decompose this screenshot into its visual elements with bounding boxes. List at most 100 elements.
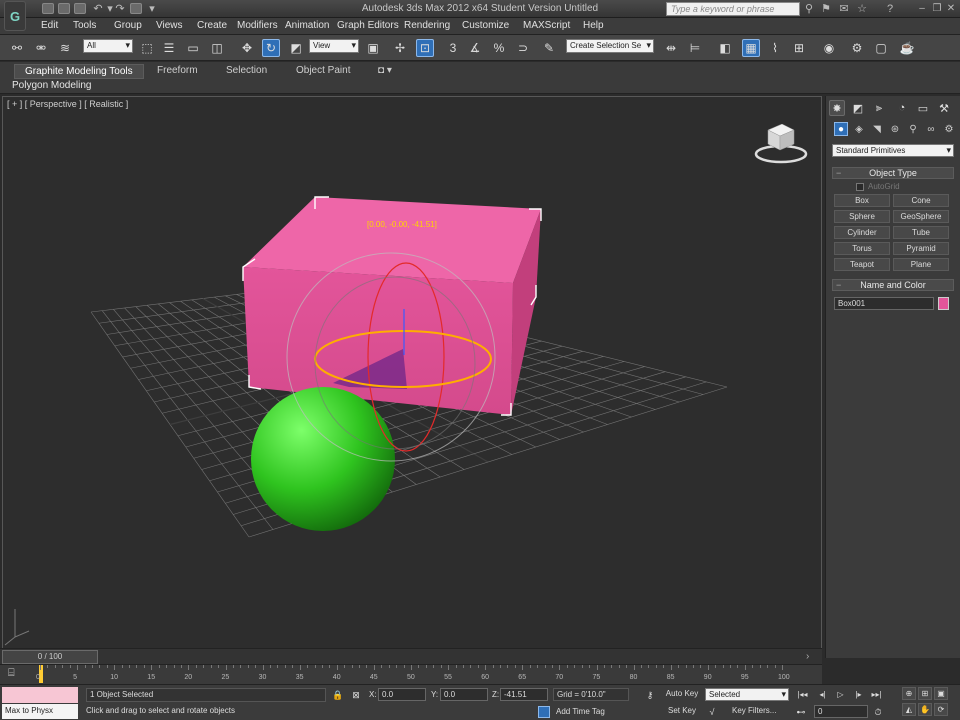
geometry-category-icon[interactable]: ● (834, 122, 848, 136)
absolute-mode-icon[interactable]: ⊠ (350, 689, 362, 701)
select-link-icon[interactable]: ⚯ (8, 39, 26, 57)
rotate-icon[interactable]: ↻ (262, 39, 280, 57)
close-button[interactable]: ✕ (944, 3, 958, 15)
utilities-panel-icon[interactable]: ⚒ (936, 100, 952, 116)
current-frame-input[interactable]: 0 (814, 705, 868, 718)
menu-animation[interactable]: Animation (285, 20, 329, 31)
zoom-extents-icon[interactable]: ▣ (934, 687, 948, 700)
graphite-modeling-tools-icon[interactable]: ▦ (742, 39, 760, 57)
maxscript-listener[interactable]: Max to Physx (2, 687, 78, 719)
shapes-category-icon[interactable]: ◈ (852, 122, 866, 136)
pivot-center-icon[interactable]: ▣ (364, 39, 382, 57)
favorites-icon[interactable]: ☆ (856, 3, 868, 15)
torus-button[interactable]: Torus (834, 242, 890, 255)
space-warps-category-icon[interactable]: ∞ (924, 122, 938, 136)
time-tag-icon[interactable] (538, 706, 550, 718)
reference-coordinate-dropdown[interactable]: View (309, 39, 359, 53)
box-button[interactable]: Box (834, 194, 890, 207)
panel-polygon-modeling[interactable]: Polygon Modeling (12, 80, 92, 91)
viewcube[interactable] (754, 124, 808, 164)
menu-edit[interactable]: Edit (41, 20, 58, 31)
named-selection-sets-dropdown[interactable]: Create Selection Se (566, 39, 654, 53)
tab-selection[interactable]: Selection (226, 65, 267, 76)
menu-maxscript[interactable]: MAXScript (523, 20, 570, 31)
percent-snap-icon[interactable]: % (490, 39, 508, 57)
mirror-icon[interactable]: ⇹ (662, 39, 680, 57)
material-editor-icon[interactable]: ◉ (820, 39, 838, 57)
render-setup-icon[interactable]: ⚙ (848, 39, 866, 57)
auto-key-button[interactable]: Auto Key (662, 688, 702, 702)
render-production-icon[interactable]: ☕ (898, 39, 916, 57)
maxscript-input-field[interactable]: Max to Physx (2, 704, 78, 719)
menu-tools[interactable]: Tools (73, 20, 96, 31)
move-icon[interactable]: ✥ (238, 39, 256, 57)
sphere-button[interactable]: Sphere (834, 210, 890, 223)
minimize-button[interactable]: – (915, 3, 929, 15)
tab-graphite-modeling-tools[interactable]: Graphite Modeling Tools (14, 64, 144, 79)
zoom-icon[interactable]: ⊕ (902, 687, 916, 700)
angle-snap-icon[interactable]: ∡ (466, 39, 484, 57)
select-object-icon[interactable]: ⬚ (138, 39, 156, 57)
time-slider-next-icon[interactable]: › (806, 651, 809, 662)
manipulate-icon[interactable]: ✢ (391, 39, 409, 57)
align-icon[interactable]: ⊨ (686, 39, 704, 57)
subscription-icon[interactable]: ⚑ (820, 3, 832, 15)
menu-graph-editors[interactable]: Graph Editors (337, 20, 399, 31)
primitive-category-dropdown[interactable]: Standard Primitives (832, 144, 954, 157)
viewport-scene[interactable] (3, 97, 822, 656)
play-icon[interactable]: ▷ (834, 689, 847, 701)
hierarchy-panel-icon[interactable]: ⫸ (871, 100, 887, 116)
binoculars-icon[interactable]: ⚲ (803, 3, 815, 15)
menu-customize[interactable]: Customize (462, 20, 509, 31)
display-panel-icon[interactable]: ▭ (915, 100, 931, 116)
time-configuration-icon[interactable]: ⏱ (872, 706, 884, 718)
menu-rendering[interactable]: Rendering (404, 20, 450, 31)
spinner-snap-icon[interactable]: ⊃ (514, 39, 532, 57)
set-key-mode-icon[interactable]: ⚷ (640, 689, 660, 701)
window-crossing-icon[interactable]: ◫ (208, 39, 226, 57)
tab-freeform[interactable]: Freeform (157, 65, 198, 76)
cameras-category-icon[interactable]: ⊛ (888, 122, 902, 136)
x-coordinate-input[interactable]: 0.0 (378, 688, 426, 701)
orbit-icon[interactable]: ⟳ (934, 703, 948, 716)
menu-modifiers[interactable]: Modifiers (237, 20, 278, 31)
rectangular-selection-icon[interactable]: ▭ (184, 39, 202, 57)
key-mode-dropdown[interactable]: Selected (705, 688, 789, 701)
perspective-viewport[interactable]: [ + ] [ Perspective ] [ Realistic ] [0.0… (2, 96, 822, 656)
pyramid-button[interactable]: Pyramid (893, 242, 949, 255)
tab-object-paint[interactable]: Object Paint (296, 65, 350, 76)
schematic-view-icon[interactable]: ⊞ (790, 39, 808, 57)
curve-editor-icon[interactable]: ⌇ (766, 39, 784, 57)
mini-curve-editor-icon[interactable]: ⌸ (8, 667, 15, 680)
object-name-input[interactable]: Box001 (834, 297, 934, 310)
ribbon-options-icon[interactable]: ◘ ▾ (378, 65, 392, 76)
y-coordinate-input[interactable]: 0.0 (440, 688, 488, 701)
selection-filter-dropdown[interactable]: All (83, 39, 133, 53)
plane-button[interactable]: Plane (893, 258, 949, 271)
keyword-search-input[interactable]: Type a keyword or phrase (666, 2, 800, 16)
z-coordinate-input[interactable]: -41.51 (500, 688, 548, 701)
menu-views[interactable]: Views (156, 20, 183, 31)
help-icon[interactable]: ? (884, 3, 896, 15)
name-and-color-rollout-header[interactable]: Name and Color (832, 279, 954, 291)
key-filters-button[interactable]: Key Filters... (732, 706, 776, 715)
unlink-selection-icon[interactable]: ⚮ (32, 39, 50, 57)
rendered-frame-window-icon[interactable]: ▢ (872, 39, 890, 57)
bind-space-warp-icon[interactable]: ≋ (56, 39, 74, 57)
snaps-toggle-icon[interactable]: 3 (444, 39, 462, 57)
autogrid-checkbox[interactable] (856, 183, 864, 191)
object-color-swatch[interactable] (938, 297, 949, 310)
menu-help[interactable]: Help (583, 20, 604, 31)
tube-button[interactable]: Tube (893, 226, 949, 239)
systems-category-icon[interactable]: ⚙ (942, 122, 956, 136)
zoom-all-icon[interactable]: ⊞ (918, 687, 932, 700)
motion-panel-icon[interactable]: ◔ (894, 100, 910, 116)
key-mode-toggle-icon[interactable]: ⊷ (795, 706, 807, 718)
select-by-name-icon[interactable]: ☰ (160, 39, 178, 57)
selection-lock-icon[interactable]: 🔒 (332, 689, 344, 701)
teapot-button[interactable]: Teapot (834, 258, 890, 271)
pan-view-icon[interactable]: ✋ (918, 703, 932, 716)
set-key-button[interactable]: Set Key (664, 706, 700, 719)
time-slider[interactable]: 0 / 100 › (0, 648, 822, 664)
edit-named-selection-icon[interactable]: ✎ (540, 39, 558, 57)
